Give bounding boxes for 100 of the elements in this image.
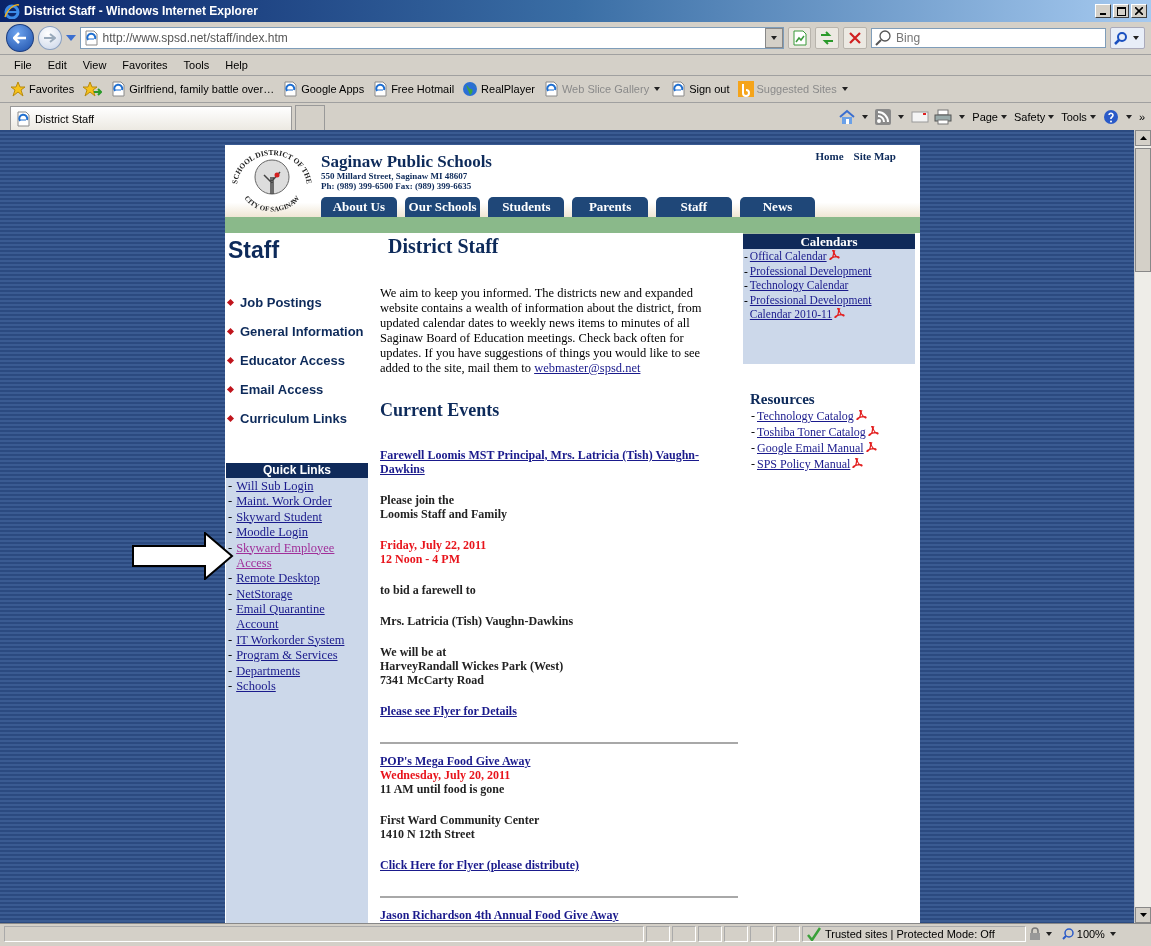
staff-link[interactable]: General Information [240,324,364,339]
event-text: Loomis Staff and Family [380,507,508,521]
list-dash: - [228,525,233,540]
list-dash: - [751,408,755,424]
quick-link[interactable]: IT Workorder System [236,632,345,648]
list-dash: - [751,424,755,440]
intro-paragraph: We aim to keep you informed. The districts new and expanded website contains a wealth of information about the district, from updated calendar dates to weekly news items to minutes of all Saginaw Board of Education meetings. Check back often for updates. If you have suggestions of things you would like to see added to the site, mail them to webmaster@spsd.net [380,286,703,376]
staff-link[interactable]: Email Access [240,382,324,397]
command-menu[interactable]: Safety [1014,110,1057,123]
quick-link[interactable]: Maint. Work Order [236,494,332,509]
menu-item[interactable]: Help [217,59,256,71]
event-link[interactable]: Jason Richardson 4th Annual Food Give Away [380,908,715,922]
school-name: Saginaw Public Schools [321,153,493,171]
nav-tab[interactable]: Parents [572,197,648,217]
address-field[interactable]: http://www.spsd.net/staff/index.htm [79,27,784,49]
list-dash: - [744,278,748,293]
search-field[interactable]: Bing [871,28,1106,48]
list-dash: - [751,440,755,456]
section-heading: Current Events [380,399,501,422]
list-dash: - [228,663,233,679]
list-dash: - [228,648,233,663]
browser-tab[interactable]: District Staff [10,106,292,130]
quick-link[interactable]: Skyward Student [236,509,322,525]
quick-link[interactable]: Program & Services [236,648,338,663]
panel-title: Calendars [743,234,915,249]
section-heading: Resources [750,391,816,408]
nav-tab[interactable]: About Us [321,197,397,217]
favorites-link[interactable]: Girlfriend, family battle over… [110,81,275,97]
list-dash: - [228,679,233,694]
document-link[interactable]: Toshiba Toner Catalog [757,424,879,440]
list-dash: - [228,632,233,648]
quick-link[interactable]: Departments [236,663,301,679]
event-date: Friday, July 22, 2011 [380,538,488,552]
nav-tab[interactable]: Staff [655,197,732,217]
document-link[interactable]: Google Email Manual [757,440,877,456]
window-title: District Staff - Windows Internet Explorer [24,4,259,18]
school-phone: Ph: (989) 399-6500 Fax: (989) 399-6635 [321,181,473,191]
list-dash: - [751,456,755,472]
command-menu[interactable]: Tools [1061,110,1098,123]
panel-title: Quick Links [226,463,368,478]
event-text: to bid a farewell to [380,583,477,597]
nav-tab[interactable]: Our Schools [404,197,481,217]
menu-item[interactable]: File [6,59,40,71]
document-link[interactable]: Technology Calendar [749,278,849,293]
staff-link[interactable]: Curriculum Links [240,411,347,426]
quick-link[interactable]: NetStorage [236,586,293,602]
command-menu[interactable]: Page [972,110,1009,123]
menu-item[interactable]: Tools [175,59,218,71]
event-text: First Ward Community Center [380,813,541,827]
document-link[interactable]: Professional Development Calendar 2010-11 [749,292,915,322]
menu-item[interactable]: Favorites [114,59,176,71]
quick-link[interactable]: Skyward Employee Access [236,540,368,571]
security-zone[interactable]: Trusted sites | Protected Mode: Off [802,926,1026,942]
document-link[interactable]: Offical Calendar [749,249,840,264]
event-link[interactable]: POP's Mega Food Give Away [380,754,715,768]
list-dash: - [228,540,233,557]
list-dash: - [228,494,233,509]
favorites-link[interactable]: Free Hotmail [372,81,455,97]
menu-item[interactable]: View [74,59,115,71]
list-dash: - [228,509,233,525]
quick-link[interactable]: Remote Desktop [236,571,320,586]
overflow-chevron[interactable]: » [1138,110,1145,123]
header-link[interactable]: Home [815,150,844,162]
event-link[interactable]: Click Here for Flyer (please distribute) [380,858,715,872]
event-link[interactable]: Please see Flyer for Details [380,704,715,718]
zoom-control[interactable]: 100% [1055,928,1124,940]
quick-link[interactable]: Email Quarantine Account [236,602,368,632]
nav-tab[interactable]: News [739,197,816,217]
favorites-link[interactable]: Sign out [670,81,730,97]
favorites-link[interactable]: Google Apps [282,81,365,97]
nav-tab[interactable]: Students [488,197,565,217]
list-dash: - [228,586,233,602]
list-dash: - [744,263,748,278]
favorites-link[interactable]: RealPlayer [462,81,535,97]
quick-link[interactable]: Will Sub Login [236,478,314,494]
menu-item[interactable]: Edit [39,59,75,71]
document-link[interactable]: Professional Development [749,263,872,278]
event-text: Please join the [380,493,455,507]
document-link[interactable]: SPS Policy Manual [757,456,864,472]
page-heading: District Staff [387,234,500,259]
event-link[interactable]: Farewell Loomis MST Principal, Mrs. Latricia (Tish) Vaughn-Dawkins [380,448,715,476]
event-text: HarveyRandall Wickes Park (West) [380,659,565,673]
document-link[interactable]: Technology Catalog [757,408,867,424]
staff-link[interactable]: Job Postings [240,295,322,310]
event-text: 11 AM until food is gone [380,782,506,796]
email-link[interactable]: webmaster@spsd.net [534,361,641,375]
list-dash: - [228,602,233,618]
favorites-button[interactable]: Favorites [10,81,75,97]
quick-link[interactable]: Moodle Login [236,525,309,540]
list-dash: - [744,292,748,308]
header-link[interactable]: Site Map [853,150,896,162]
list-dash: - [228,478,233,494]
quick-link[interactable]: Schools [236,679,276,694]
event-date: 12 Noon - 4 PM [380,552,461,566]
event-text: Mrs. Latricia (Tish) Vaughn-Dawkins [380,614,575,628]
event-text: 7341 McCarty Road [380,673,485,687]
list-dash: - [228,571,233,586]
school-address: 550 Millard Street, Saginaw MI 48607 [321,171,469,181]
staff-link[interactable]: Educator Access [240,353,345,368]
list-dash: - [744,249,748,264]
